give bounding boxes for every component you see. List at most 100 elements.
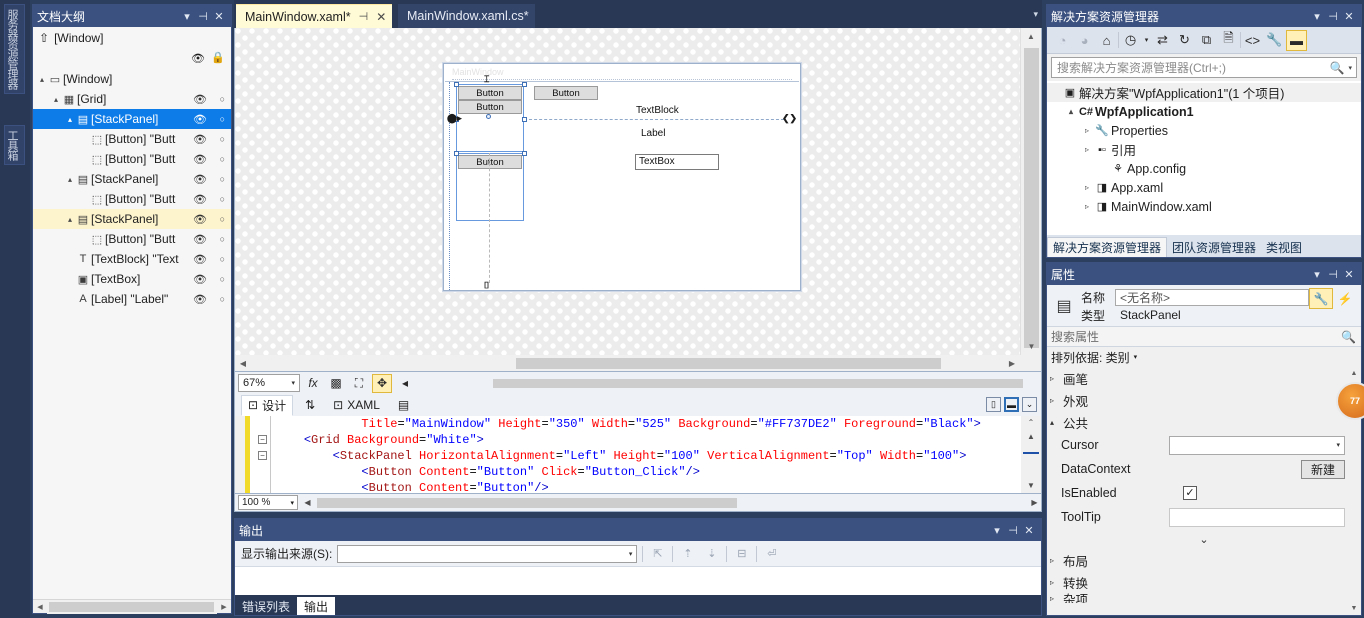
preview-selected-icon[interactable]: ▬ (1286, 29, 1307, 51)
collapse-arrow-icon[interactable]: ◂ (395, 374, 415, 393)
tab-output[interactable]: 输出 (297, 597, 336, 615)
property-category-转换[interactable]: ▹ 转换 (1047, 571, 1361, 593)
eye-icon[interactable]: 👁 (193, 273, 207, 286)
twisty-icon[interactable]: ▹ (1050, 374, 1063, 383)
view-code-icon[interactable]: <> (1242, 30, 1263, 51)
solution-tree-row[interactable]: ▹ ◨ MainWindow.xaml (1047, 197, 1361, 216)
lock-toggle-icon[interactable]: ○ (220, 194, 225, 204)
twisty-icon[interactable]: ▴ (1050, 418, 1063, 427)
split-horizontal-icon[interactable]: ▬ (1004, 397, 1019, 412)
output-source-combo[interactable]: ▾ (337, 544, 638, 563)
preview-textbox[interactable]: TextBox (635, 154, 719, 170)
xaml-code-editor[interactable]: − − Title="MainWindow" Height="350" Widt… (234, 416, 1042, 494)
solution-tree-row[interactable]: ▹ 🔧 Properties (1047, 121, 1361, 140)
scroll-right-icon[interactable]: ▶ (1028, 498, 1041, 507)
outline-row[interactable]: T [TextBlock] "Text 👁 ○ (33, 249, 231, 269)
pin-icon[interactable]: ⊣ (1005, 524, 1021, 537)
sync-icon[interactable]: ⇄ (1152, 30, 1173, 51)
solution-explorer-search[interactable]: 搜索解决方案资源管理器(Ctrl+;) 🔍 ▾ (1051, 57, 1357, 78)
pin-icon[interactable]: ⊣ (1325, 268, 1341, 281)
twisty-icon[interactable]: ▴ (65, 115, 75, 124)
designer-toolbar-scroll-thumb[interactable] (493, 378, 1023, 388)
tab-team-explorer[interactable]: 团队资源管理器 (1167, 237, 1261, 257)
lock-toggle-icon[interactable]: ○ (220, 114, 225, 124)
lock-toggle-icon[interactable]: ○ (220, 134, 225, 144)
scroll-right-icon[interactable]: ▶ (1004, 359, 1020, 368)
twisty-icon[interactable]: ▴ (65, 175, 75, 184)
outline-row[interactable]: ⬚ [Button] "Butt 👁 ○ (33, 149, 231, 169)
designer-hscroll-track[interactable] (251, 355, 1004, 371)
outline-row[interactable]: ▴ ▦ [Grid] 👁 ○ (33, 89, 231, 109)
twisty-icon[interactable]: ▹ (1050, 578, 1063, 587)
goto-next-icon[interactable]: ⇣ (702, 545, 721, 563)
wpf-window-preview[interactable]: MainWindow Button Button Button Button T… (443, 63, 801, 291)
chevron-down-icon[interactable]: ▾ (1309, 268, 1325, 281)
outline-row[interactable]: ▣ [TextBox] 👁 ○ (33, 269, 231, 289)
find-message-icon[interactable]: ⇱ (648, 545, 667, 563)
twisty-icon[interactable]: ▹ (1081, 126, 1093, 135)
close-icon[interactable]: ✕ (376, 10, 386, 24)
properties-sort-row[interactable]: 排列依据: 类别 ▾ (1047, 347, 1361, 367)
property-category-画笔[interactable]: ▹ 画笔 (1047, 367, 1361, 389)
outline-hscroll-track[interactable] (47, 599, 217, 614)
xaml-view-button[interactable]: ⊡ XAML (327, 397, 386, 413)
outline-row[interactable]: ⬚ [Button] "Butt 👁 ○ (33, 189, 231, 209)
tab-mainwindow-xaml-cs[interactable]: MainWindow.xaml.cs* (398, 4, 535, 28)
code-hscroll-track[interactable] (317, 496, 1025, 510)
twisty-icon[interactable]: ▹ (1081, 145, 1093, 154)
eye-icon[interactable]: 👁 (193, 93, 207, 106)
chevron-down-icon[interactable]: ▾ (1134, 353, 1138, 361)
search-icon[interactable]: 🔍 (1341, 330, 1361, 344)
outline-row[interactable]: ⬚ [Button] "Butt 👁 ○ (33, 229, 231, 249)
show-more-properties-icon[interactable]: ⌄ (1047, 529, 1361, 549)
scroll-top-icon[interactable]: ⌃ (1021, 416, 1041, 430)
designer-canvas[interactable]: MainWindow Button Button Button Button T… (235, 28, 1020, 355)
designer-hscrollbar[interactable]: ◀ ▶ (235, 355, 1020, 371)
twisty-icon[interactable]: ▹ (1050, 594, 1063, 603)
eye-icon[interactable]: 👁 (193, 253, 207, 266)
word-wrap-icon[interactable]: ⏎ (762, 545, 781, 563)
tab-mainwindow-xaml[interactable]: MainWindow.xaml* ⊣ ✕ (236, 4, 393, 28)
property-checkbox-IsEnabled[interactable]: ✓ (1183, 486, 1197, 500)
code-outlining-margin[interactable]: − − (255, 416, 271, 493)
properties-icon[interactable]: 🔧 (1264, 30, 1285, 51)
properties-list[interactable]: ▹ 画笔 ▹ 外观 ▴ 公共 Cursor ▾ DataContext 新建 IsEnabled ✓ T… (1047, 367, 1361, 615)
twisty-icon[interactable]: ▴ (37, 75, 47, 84)
scroll-down-icon[interactable]: ▼ (1347, 602, 1361, 615)
property-category-外观[interactable]: ▹ 外观 (1047, 389, 1361, 411)
twisty-icon[interactable]: ▹ (1050, 396, 1063, 405)
search-icon[interactable]: 🔍 (1330, 61, 1349, 75)
eye-icon[interactable]: 👁 (193, 233, 207, 246)
document-outline-button[interactable]: ▤ (392, 397, 415, 413)
tab-class-view[interactable]: 类视图 (1261, 237, 1307, 257)
chevron-down-icon[interactable]: ▾ (291, 379, 299, 387)
property-category-布局[interactable]: ▹ 布局 (1047, 549, 1361, 571)
designer-hscroll-thumb[interactable] (516, 358, 941, 369)
close-icon[interactable]: ✕ (1341, 268, 1357, 281)
outline-hscroll-thumb[interactable] (49, 601, 214, 612)
fold-toggle-stackpanel[interactable]: − (258, 451, 267, 460)
vertical-tab-toolbox[interactable]: 工具箱 (4, 125, 25, 165)
lock-toggle-icon[interactable]: ○ (220, 234, 225, 244)
vertical-tab-server-explorer[interactable]: 服务器资源管理器 (4, 4, 25, 94)
width-adorner-left-icon[interactable]: ⬤▸ (447, 113, 462, 124)
preview-button-1[interactable]: Button (458, 86, 522, 100)
outline-root-window[interactable]: ⇧ [Window] (33, 27, 231, 49)
swap-panes-button[interactable]: ⇅ (299, 397, 321, 413)
scroll-up-icon[interactable]: ▲ (1021, 430, 1041, 444)
twisty-icon[interactable]: ▹ (1081, 183, 1093, 192)
refresh-icon[interactable]: ↻ (1174, 30, 1195, 51)
eye-icon[interactable]: 👁 (193, 293, 207, 306)
grid-icon[interactable]: ▩ (326, 374, 346, 393)
outline-row[interactable]: ▴ ▤ [StackPanel] 👁 ○ (33, 209, 231, 229)
chevron-down-icon[interactable]: ▾ (1348, 64, 1356, 72)
solution-tree-row[interactable]: ▣ 解决方案"WpfApplication1"(1 个项目) (1047, 83, 1361, 102)
solution-explorer-tree[interactable]: ▣ 解决方案"WpfApplication1"(1 个项目) ▴ C# WpfAppli… (1047, 81, 1361, 235)
outline-row[interactable]: A [Label] "Label" 👁 ○ (33, 289, 231, 309)
lock-toggle-icon[interactable]: ○ (220, 174, 225, 184)
lock-toggle-icon[interactable]: ○ (220, 274, 225, 284)
split-vertical-icon[interactable]: ▯ (986, 397, 1001, 412)
eye-icon[interactable]: 👁 (193, 173, 207, 186)
resize-grip-tr[interactable] (522, 82, 527, 87)
chevron-down-icon[interactable]: ▾ (989, 524, 1005, 537)
